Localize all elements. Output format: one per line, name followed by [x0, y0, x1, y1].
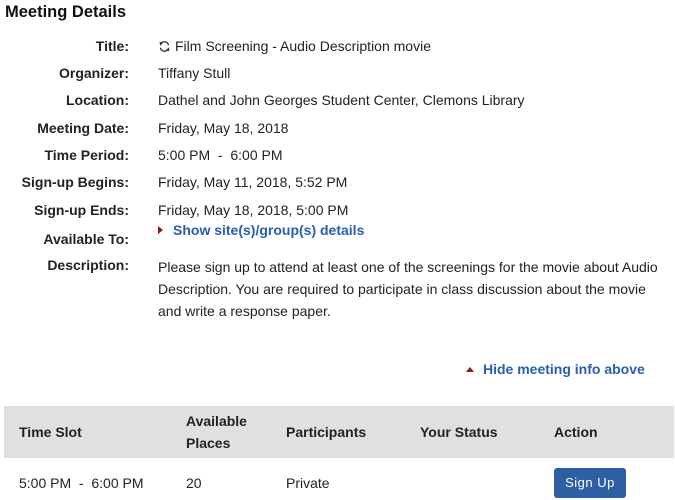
row-available: 20 — [186, 475, 202, 491]
available-to-label: Available To: — [43, 231, 129, 247]
col-available-line2: Places — [186, 435, 231, 451]
col-available-line1: Available — [186, 413, 247, 429]
meeting-date-value: Friday, May 18, 2018 — [158, 120, 289, 136]
location-label: Location: — [66, 92, 129, 108]
title-value: Film Screening - Audio Description movie — [175, 38, 431, 54]
table-header: Time Slot Available Places Participants … — [4, 406, 674, 458]
time-period-value: 5:00 PM - 6:00 PM — [158, 147, 283, 163]
location-value: Dathel and John Georges Student Center, … — [158, 92, 525, 108]
signup-ends-value: Friday, May 18, 2018, 5:00 PM — [158, 202, 349, 218]
col-participants: Participants — [286, 424, 367, 440]
show-details-link[interactable]: Show site(s)/group(s) details — [158, 222, 364, 238]
organizer-label: Organizer: — [58, 65, 129, 81]
col-action: Action — [554, 424, 598, 440]
sign-up-button[interactable]: Sign Up — [554, 468, 626, 498]
signup-ends-label: Sign-up Ends: — [34, 202, 129, 218]
time-period-label: Time Period: — [44, 147, 129, 163]
triangle-up-icon — [466, 367, 474, 372]
signup-begins-value: Friday, May 11, 2018, 5:52 PM — [158, 174, 348, 190]
signup-begins-label: Sign-up Begins: — [21, 174, 129, 190]
organizer-value: Tiffany Stull — [158, 65, 231, 81]
meeting-date-label: Meeting Date: — [37, 120, 129, 136]
description-label: Description: — [47, 257, 129, 273]
page-title: Meeting Details — [5, 3, 127, 21]
hide-meeting-info-text[interactable]: Hide meeting info above — [483, 361, 645, 377]
description-value: Please sign up to attend at least one of… — [158, 259, 658, 319]
show-details-link-text[interactable]: Show site(s)/group(s) details — [173, 222, 364, 238]
title-value-wrap: Film Screening - Audio Description movie — [158, 38, 431, 54]
triangle-right-icon — [158, 226, 163, 234]
col-time-slot: Time Slot — [19, 424, 82, 440]
hide-meeting-info-link[interactable]: Hide meeting info above — [466, 361, 645, 377]
sync-icon — [159, 41, 170, 52]
row-time-slot: 5:00 PM - 6:00 PM — [19, 475, 144, 491]
title-label: Title: — [95, 38, 129, 54]
col-your-status: Your Status — [420, 424, 498, 440]
row-participants: Private — [286, 475, 330, 491]
